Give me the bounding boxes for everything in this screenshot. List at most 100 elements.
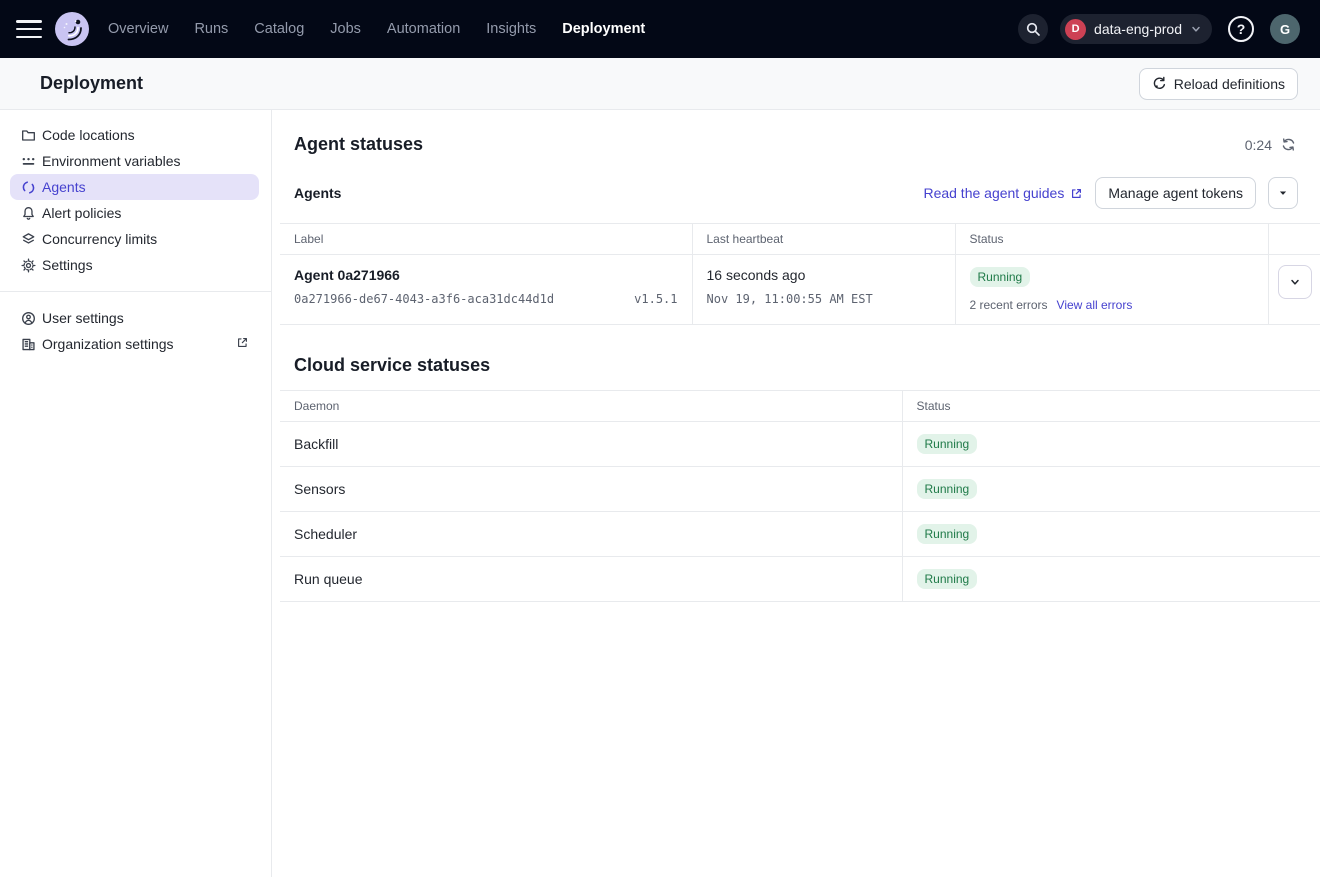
daemon-row: Scheduler Running: [280, 512, 1320, 557]
agents-heading: Agents: [294, 185, 341, 201]
sidebar-item-environment-variables[interactable]: Environment variables: [10, 148, 259, 174]
agent-id: 0a271966-de67-4043-a3f6-aca31dc44d1d: [294, 292, 554, 306]
nav-jobs[interactable]: Jobs: [330, 21, 361, 37]
sidebar-item-organization-settings[interactable]: Organization settings: [10, 331, 259, 357]
env-vars-icon: [20, 153, 36, 169]
cloud-services-table: Daemon Status Backfill Running Sensors R…: [280, 390, 1320, 602]
sidebar-divider: [0, 291, 271, 292]
page-header: Deployment Reload definitions: [0, 58, 1320, 110]
agent-label: Agent 0a271966: [294, 267, 678, 283]
cloud-table-header-row: Daemon Status: [280, 391, 1320, 422]
nav-deployment[interactable]: Deployment: [562, 21, 645, 37]
search-button[interactable]: [1018, 14, 1048, 44]
chevron-down-icon: [1190, 23, 1202, 35]
manage-agent-tokens-button[interactable]: Manage agent tokens: [1095, 177, 1256, 209]
user-icon: [20, 310, 36, 326]
agent-statuses-title: Agent statuses: [294, 134, 423, 155]
daemon-row: Run queue Running: [280, 557, 1320, 602]
column-header-actions: [1268, 224, 1320, 255]
agent-row: Agent 0a271966 0a271966-de67-4043-a3f6-a…: [280, 255, 1320, 325]
primary-nav: Overview Runs Catalog Jobs Automation In…: [108, 21, 645, 37]
heartbeat-relative: 16 seconds ago: [707, 267, 941, 283]
nav-runs[interactable]: Runs: [194, 21, 228, 37]
sidebar-item-label: Concurrency limits: [42, 231, 157, 247]
layers-icon: [20, 231, 36, 247]
view-all-errors-link[interactable]: View all errors: [1057, 298, 1133, 312]
column-header-daemon: Daemon: [280, 391, 902, 422]
search-icon: [1025, 21, 1041, 37]
bell-icon: [20, 205, 36, 221]
status-badge: Running: [917, 479, 978, 499]
sidebar-item-concurrency-limits[interactable]: Concurrency limits: [10, 226, 259, 252]
agent-row-expand-button[interactable]: [1278, 265, 1312, 299]
agent-version: v1.5.1: [634, 292, 677, 306]
main-content: Agent statuses 0:24 Agents Read the agen…: [272, 110, 1320, 877]
daemon-name: Sensors: [280, 467, 902, 512]
column-header-label: Label: [280, 224, 692, 255]
agent-guides-link[interactable]: Read the agent guides: [923, 185, 1083, 201]
status-badge: Running: [917, 434, 978, 454]
sidebar-item-user-settings[interactable]: User settings: [10, 305, 259, 331]
daemon-name: Run queue: [280, 557, 902, 602]
column-header-last-heartbeat: Last heartbeat: [692, 224, 955, 255]
nav-insights[interactable]: Insights: [486, 21, 536, 37]
avatar-initial: G: [1280, 22, 1290, 37]
sidebar-item-label: Agents: [42, 179, 86, 195]
column-header-status: Status: [902, 391, 1320, 422]
agents-more-actions-button[interactable]: [1268, 177, 1298, 209]
caret-down-icon: [1278, 188, 1288, 198]
daemon-row: Backfill Running: [280, 422, 1320, 467]
reload-definitions-button[interactable]: Reload definitions: [1139, 68, 1298, 100]
hamburger-menu-icon[interactable]: [16, 20, 42, 38]
question-mark-icon: ?: [1237, 21, 1246, 37]
user-avatar[interactable]: G: [1270, 14, 1300, 44]
agents-table: Label Last heartbeat Status Agent 0a2719…: [280, 223, 1320, 325]
manage-agent-tokens-label: Manage agent tokens: [1108, 185, 1243, 201]
reload-icon: [1152, 76, 1167, 91]
help-button[interactable]: ?: [1228, 16, 1254, 42]
status-badge: Running: [917, 524, 978, 544]
refresh-button[interactable]: [1281, 137, 1296, 152]
sidebar-item-label: Settings: [42, 257, 93, 273]
agent-guides-label: Read the agent guides: [923, 185, 1064, 201]
nav-overview[interactable]: Overview: [108, 21, 168, 37]
deployment-name: data-eng-prod: [1094, 21, 1182, 37]
building-icon: [20, 336, 36, 352]
reload-definitions-label: Reload definitions: [1174, 76, 1285, 92]
nav-catalog[interactable]: Catalog: [254, 21, 304, 37]
chevron-down-icon: [1289, 276, 1301, 288]
recent-errors-text: 2 recent errors: [970, 298, 1048, 312]
daemon-name: Backfill: [280, 422, 902, 467]
heartbeat-timestamp: Nov 19, 11:00:55 AM EST: [707, 292, 941, 306]
status-badge: Running: [917, 569, 978, 589]
column-header-status: Status: [955, 224, 1268, 255]
daemon-row: Sensors Running: [280, 467, 1320, 512]
folder-icon: [20, 127, 36, 143]
status-badge: Running: [970, 267, 1031, 287]
agent-icon: [20, 179, 36, 195]
gear-icon: [20, 257, 36, 273]
refresh-countdown: 0:24: [1245, 137, 1272, 153]
sidebar-item-label: User settings: [42, 310, 124, 326]
external-link-icon: [1070, 187, 1083, 200]
deployment-initial-badge: D: [1065, 19, 1086, 40]
nav-automation[interactable]: Automation: [387, 21, 460, 37]
sidebar-item-agents[interactable]: Agents: [10, 174, 259, 200]
deployment-sidebar: Code locations Environment variables Age…: [0, 110, 272, 877]
agents-table-header-row: Label Last heartbeat Status: [280, 224, 1320, 255]
deployment-switcher[interactable]: D data-eng-prod: [1060, 14, 1212, 44]
sidebar-item-label: Alert policies: [42, 205, 121, 221]
sidebar-item-alert-policies[interactable]: Alert policies: [10, 200, 259, 226]
page-title: Deployment: [40, 73, 143, 94]
sidebar-item-label: Environment variables: [42, 153, 181, 169]
top-navigation-bar: Overview Runs Catalog Jobs Automation In…: [0, 0, 1320, 58]
cloud-service-statuses-title: Cloud service statuses: [280, 325, 1320, 390]
sidebar-item-label: Code locations: [42, 127, 135, 143]
external-link-icon: [236, 336, 249, 352]
sidebar-item-code-locations[interactable]: Code locations: [10, 122, 259, 148]
sidebar-item-label: Organization settings: [42, 336, 174, 352]
daemon-name: Scheduler: [280, 512, 902, 557]
dagster-logo-icon[interactable]: [54, 11, 90, 47]
sidebar-item-settings[interactable]: Settings: [10, 252, 259, 278]
refresh-icon: [1281, 137, 1296, 152]
